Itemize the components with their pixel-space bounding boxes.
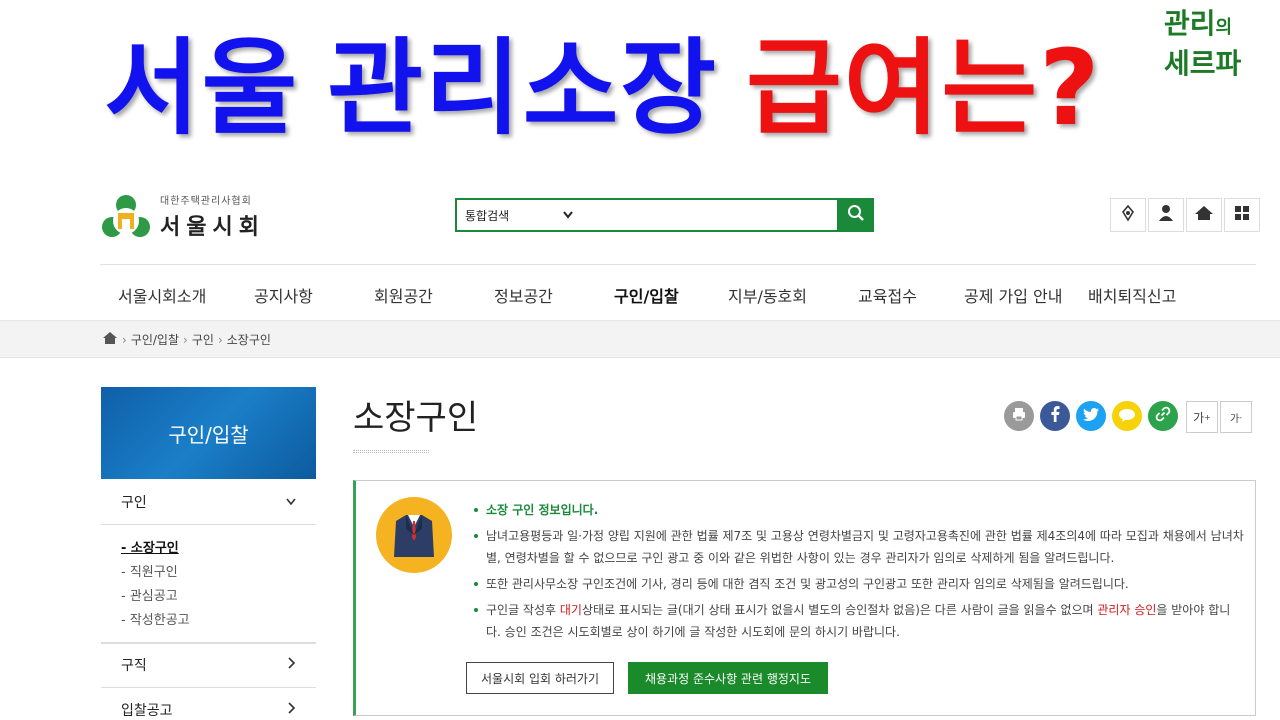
breadcrumb-item[interactable]: 구인: [192, 331, 214, 348]
hiring-guidance-button[interactable]: 채용과정 준수사항 관련 행정지도: [628, 662, 828, 694]
join-seoul-chapter-button[interactable]: 서울시회 입회 하러가기: [466, 662, 614, 694]
side-nav-label: 구직: [121, 658, 147, 674]
user-icon: [1157, 204, 1175, 226]
grid-menu-icon: [1233, 204, 1251, 226]
facebook-share-button[interactable]: [1040, 401, 1070, 431]
utility-toolbar: [1108, 198, 1260, 232]
print-button[interactable]: [1004, 401, 1034, 431]
share-toolbar: 가 + 가-: [1004, 401, 1252, 433]
search-input[interactable]: [581, 200, 837, 230]
notice-lead: 소장 구인 정보입니다.: [474, 499, 1244, 521]
side-nav-item-recruit[interactable]: 구인: [101, 480, 316, 524]
side-nav-section-recruit: 구인 - 소장구인 - 직원구인 - 관심공고 - 작성한공고: [101, 480, 316, 644]
logo-title: 서울시회: [160, 215, 265, 240]
kakaotalk-share-button[interactable]: [1112, 401, 1142, 431]
side-nav-label: 입찰공고: [121, 703, 173, 719]
brand-line2: 세르파: [1164, 47, 1242, 80]
print-icon: [1011, 406, 1027, 426]
home-button[interactable]: [1186, 198, 1222, 232]
sitemap-button[interactable]: [1110, 198, 1146, 232]
search-button[interactable]: [838, 198, 874, 232]
breadcrumb-item[interactable]: 소장구인: [227, 331, 271, 348]
site-logo[interactable]: 대한주택관리사협회 서울시회: [100, 192, 265, 241]
sitemap-icon: [1119, 204, 1137, 226]
nav-item-insurance[interactable]: 공제 가입 안내: [964, 283, 1063, 307]
twitter-icon: [1083, 407, 1099, 426]
main-navigation: 서울시회소개 공지사항 회원공간 정보공간 구인/입찰 지부/동호회 교육접수 …: [100, 264, 1256, 323]
breadcrumb: › 구인/입찰 › 구인 › 소장구인: [102, 331, 271, 348]
breadcrumb-item[interactable]: 구인/입찰: [131, 331, 179, 348]
link-icon: [1155, 406, 1171, 426]
association-logo-icon: [100, 193, 152, 241]
thumbnail-banner: 서울 관리소장 급여는? 관리의 세르파: [0, 0, 1280, 170]
banner-title-manager: 관리소장: [327, 27, 719, 149]
brand-line1-small: 의: [1215, 17, 1233, 38]
chevron-right-icon: [288, 702, 296, 718]
kakaotalk-icon: [1118, 407, 1136, 426]
notice-item: 또한 관리사무소장 구인조건에 기사, 경리 등에 대한 겸직 조건 및 광고성…: [474, 573, 1244, 595]
channel-brand: 관리의 세르파: [1164, 6, 1241, 82]
chevron-right-icon: [288, 657, 296, 673]
breadcrumb-bar: › 구인/입찰 › 구인 › 소장구인: [0, 320, 1280, 358]
notice-item: 구인글 작성후 대기상태로 표시되는 글(대기 상태 표시가 없을시 별도의 승…: [474, 599, 1244, 643]
side-nav-item-jobseek[interactable]: 구직: [101, 643, 316, 687]
nav-item-info[interactable]: 정보공간: [494, 283, 553, 307]
chevron-down-icon: [286, 494, 296, 510]
mypage-button[interactable]: [1148, 198, 1184, 232]
font-size-decrease-button[interactable]: 가-: [1220, 401, 1252, 433]
search-icon: [847, 204, 865, 226]
subnav-item-my-posts[interactable]: - 작성한공고: [121, 609, 316, 633]
chevron-down-icon: [563, 208, 573, 222]
subnav-item-manager-recruit[interactable]: - 소장구인: [121, 537, 316, 561]
manager-suit-icon: [376, 497, 452, 573]
banner-title-seoul: 서울: [104, 27, 300, 149]
highlight-pending: 대기: [559, 603, 582, 617]
search-scope-select[interactable]: 통합검색: [457, 200, 581, 230]
highlight-admin-approval: 관리자 승인: [1097, 603, 1157, 617]
side-nav-item-bidding[interactable]: 입찰공고: [101, 688, 316, 720]
nav-item-retirement[interactable]: 배치퇴직신고: [1088, 283, 1176, 307]
side-nav-section-bidding: 입찰공고: [101, 688, 316, 720]
all-menu-button[interactable]: [1224, 198, 1260, 232]
brand-line1: 관리: [1164, 7, 1216, 40]
subnav-item-interest[interactable]: - 관심공고: [121, 585, 316, 609]
search-bar: 통합검색: [455, 198, 839, 232]
page-title: 소장구인: [353, 398, 479, 438]
side-nav-section-jobseek: 구직: [101, 642, 316, 688]
facebook-icon: [1050, 406, 1060, 426]
copy-link-button[interactable]: [1148, 401, 1178, 431]
banner-title-salary: 급여는?: [746, 27, 1102, 149]
nav-item-members[interactable]: 회원공간: [374, 283, 433, 307]
notice-list: 소장 구인 정보입니다. 남녀고용평등과 일·가정 양립 지원에 관한 법률 제…: [474, 499, 1244, 647]
search-scope-value: 통합검색: [465, 208, 510, 223]
nav-item-education[interactable]: 교육접수: [858, 283, 917, 307]
banner-title: 서울 관리소장 급여는?: [104, 28, 1101, 148]
side-subnav: - 소장구인 - 직원구인 - 관심공고 - 작성한공고: [101, 524, 316, 643]
side-nav-title: 구인/입찰: [101, 387, 316, 479]
side-nav-label: 구인: [121, 495, 147, 511]
nav-item-about[interactable]: 서울시회소개: [118, 283, 206, 307]
home-icon: [1194, 204, 1214, 226]
subnav-item-staff-recruit[interactable]: - 직원구인: [121, 561, 316, 585]
logo-subtitle: 대한주택관리사협회: [160, 196, 252, 207]
font-size-increase-button[interactable]: 가 +: [1186, 401, 1218, 433]
nav-item-recruit[interactable]: 구인/입찰: [614, 283, 679, 307]
nav-item-branch[interactable]: 지부/동호회: [728, 283, 807, 307]
home-icon[interactable]: [102, 331, 118, 348]
notice-item: 남녀고용평등과 일·가정 양립 지원에 관한 법률 제7조 및 고용상 연령차별…: [474, 525, 1244, 569]
title-divider: [353, 450, 429, 453]
nav-item-notice[interactable]: 공지사항: [254, 283, 313, 307]
twitter-share-button[interactable]: [1076, 401, 1106, 431]
